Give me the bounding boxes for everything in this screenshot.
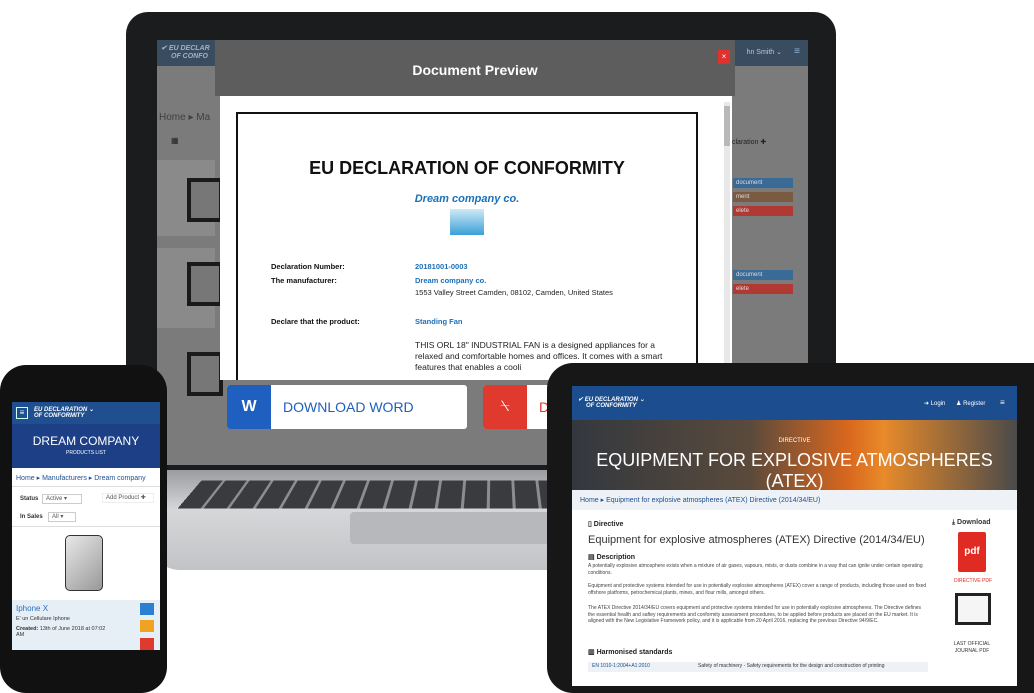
add-declaration-button[interactable]: claration ✚: [732, 138, 766, 146]
pdf-icon[interactable]: pdf: [958, 532, 986, 572]
delete-button[interactable]: [140, 638, 154, 650]
breadcrumb[interactable]: Home ▸ Ma: [159, 112, 210, 123]
download-word-button[interactable]: W DOWNLOAD WORD: [227, 385, 467, 429]
laptop-trackpad: [350, 512, 570, 544]
product-name: Standing Fan: [415, 317, 463, 326]
breadcrumb[interactable]: Home ▸ Manufacturers ▸ Dream company: [16, 474, 146, 482]
standard-description: Safety of machinery - Safety requirement…: [698, 663, 885, 669]
company-name: Dream company co.: [414, 193, 520, 205]
document-icon: [187, 262, 223, 306]
manufacturer-label: The manufacturer:: [271, 276, 337, 285]
banner-subtitle: DIRECTIVE: [778, 438, 811, 444]
declaration-number: 20181001-0003: [415, 262, 468, 271]
status-label: Status: [20, 496, 39, 502]
journal-icon[interactable]: [955, 593, 991, 625]
document-icon: [187, 352, 223, 396]
status-select[interactable]: Active ▾: [42, 494, 82, 504]
company-logo: [450, 209, 484, 235]
company-brand: DREAM COMPANY: [32, 434, 140, 448]
tablet-screen: ✔ EU DECLARATION ⌄ OF CONFORMITY ➜ Login…: [572, 386, 1017, 686]
description-paragraph: The ATEX Directive 2014/34/EU covers equ…: [588, 605, 922, 624]
edit-button[interactable]: [140, 620, 154, 632]
document-title: EU DECLARATION OF CONFORMITY: [309, 158, 625, 178]
document-button[interactable]: document: [733, 270, 793, 280]
phone-logo-line2: OF CONFORMITY: [34, 413, 85, 419]
user-menu[interactable]: hn Smith ⌄: [747, 48, 782, 56]
breadcrumb-bar: Home ▸ Equipment for explosive atmospher…: [572, 490, 1017, 510]
divider: [12, 486, 160, 487]
tablet-logo[interactable]: ✔ EU DECLARATION ⌄ OF CONFORMITY: [578, 397, 645, 409]
login-label: Login: [930, 401, 946, 407]
description-icon: ▤: [588, 554, 597, 561]
register-icon: ♟: [956, 401, 962, 407]
login-icon: ➜: [924, 401, 930, 407]
declaration-number-label: Declaration Number:: [271, 262, 345, 271]
directive-heading: ▯ Directive: [588, 521, 624, 528]
document-preview: EU DECLARATION OF CONFORMITY Dream compa…: [220, 96, 732, 380]
menu-icon[interactable]: ≡: [1000, 398, 1005, 407]
pdf-file-icon: ⍀: [483, 385, 527, 429]
register-link[interactable]: ♟ Register: [956, 400, 985, 407]
description-paragraph: Equipment and protective systems intende…: [588, 583, 927, 596]
status-value: Active: [46, 496, 63, 502]
phone-logo[interactable]: EU DECLARATION ⌄ OF CONFORMITY: [34, 407, 94, 419]
directive-banner: DIRECTIVE EQUIPMENT FOR EXPLOSIVE ATMOSP…: [572, 420, 1017, 491]
delete-button[interactable]: elete: [733, 206, 793, 216]
modal-title: Document Preview: [412, 62, 538, 78]
document-icon: [187, 178, 223, 222]
directive-pdf-link[interactable]: DIRECTIVE PDF: [948, 578, 998, 584]
tablet-navbar: ✔ EU DECLARATION ⌄ OF CONFORMITY ➜ Login…: [572, 386, 1017, 420]
phone-screen: ≡ EU DECLARATION ⌄ OF CONFORMITY DREAM C…: [12, 402, 160, 650]
standard-code[interactable]: EN 1010-1:2004+A1:2010: [592, 663, 650, 669]
standards-heading: ▥ Harmonised standards: [588, 649, 673, 656]
delete-button[interactable]: elete: [733, 284, 793, 294]
word-file-icon: W: [227, 385, 271, 429]
download-word-label: DOWNLOAD WORD: [283, 399, 414, 415]
insales-label: In Sales: [20, 514, 43, 520]
login-link[interactable]: ➜ Login: [924, 400, 945, 407]
manufacturer-name: Dream company co.: [415, 276, 487, 285]
register-label: Register: [963, 401, 986, 407]
standards-row: EN 1010-1:2004+A1:2010 Safety of machine…: [588, 662, 928, 672]
add-product-button[interactable]: Add Product ✚: [102, 493, 154, 503]
tablet-logo-line2: OF CONFORMITY: [586, 403, 637, 409]
breadcrumb[interactable]: Home ▸ Equipment for explosive atmospher…: [580, 496, 820, 504]
app-logo[interactable]: ✔ EU DECLAR OF CONFO: [161, 45, 210, 61]
edit-button[interactable]: ment: [733, 192, 793, 202]
manufacturer-address: 1553 Valley Street Camden, 08102, Camden…: [415, 288, 613, 297]
product-name[interactable]: Iphone X: [16, 604, 48, 613]
products-list-label: PRODUCTS LIST: [65, 450, 106, 456]
banner-title: EQUIPMENT FOR EXPLOSIVE ATMOSPHERES (ATE…: [596, 450, 993, 491]
insales-select[interactable]: All ▾: [48, 512, 76, 522]
phone-navbar: ≡ EU DECLARATION ⌄ OF CONFORMITY: [12, 402, 160, 424]
standards-icon: ▥: [588, 649, 597, 656]
insales-value: All: [52, 514, 59, 520]
product-image[interactable]: [65, 535, 103, 591]
description-paragraph: A potentially explosive atmosphere exist…: [588, 563, 923, 576]
document-page: EU DECLARATION OF CONFORMITY Dream compa…: [236, 112, 698, 380]
company-banner: DREAM COMPANY PRODUCTS LIST: [12, 424, 160, 468]
product-card: Iphone X E' un Cellulare Iphone Created:…: [12, 600, 160, 650]
logo-line2: OF CONFO: [171, 53, 208, 60]
download-heading: ⤓ Download: [952, 519, 991, 526]
directive-title: Equipment for explosive atmospheres (ATE…: [588, 534, 925, 546]
menu-icon[interactable]: ≡: [794, 46, 800, 57]
hamburger-icon[interactable]: ≡: [16, 407, 28, 419]
document-button[interactable]: document: [733, 178, 793, 188]
modal-header: Document Preview ×: [215, 40, 735, 96]
logo-check-icon: ✔: [161, 45, 169, 52]
view-button[interactable]: [140, 603, 154, 615]
close-button[interactable]: ×: [718, 50, 730, 64]
grid-view-icon[interactable]: ▦: [171, 136, 179, 145]
product-description: E' un Cellulare Iphone: [16, 616, 70, 622]
scrollbar-thumb[interactable]: [724, 106, 730, 146]
product-label: Declare that the product:: [271, 317, 360, 326]
journal-pdf-link[interactable]: LAST OFFICIAL JOURNAL PDF: [944, 641, 1000, 655]
description-heading: ▤ Description: [588, 554, 636, 561]
